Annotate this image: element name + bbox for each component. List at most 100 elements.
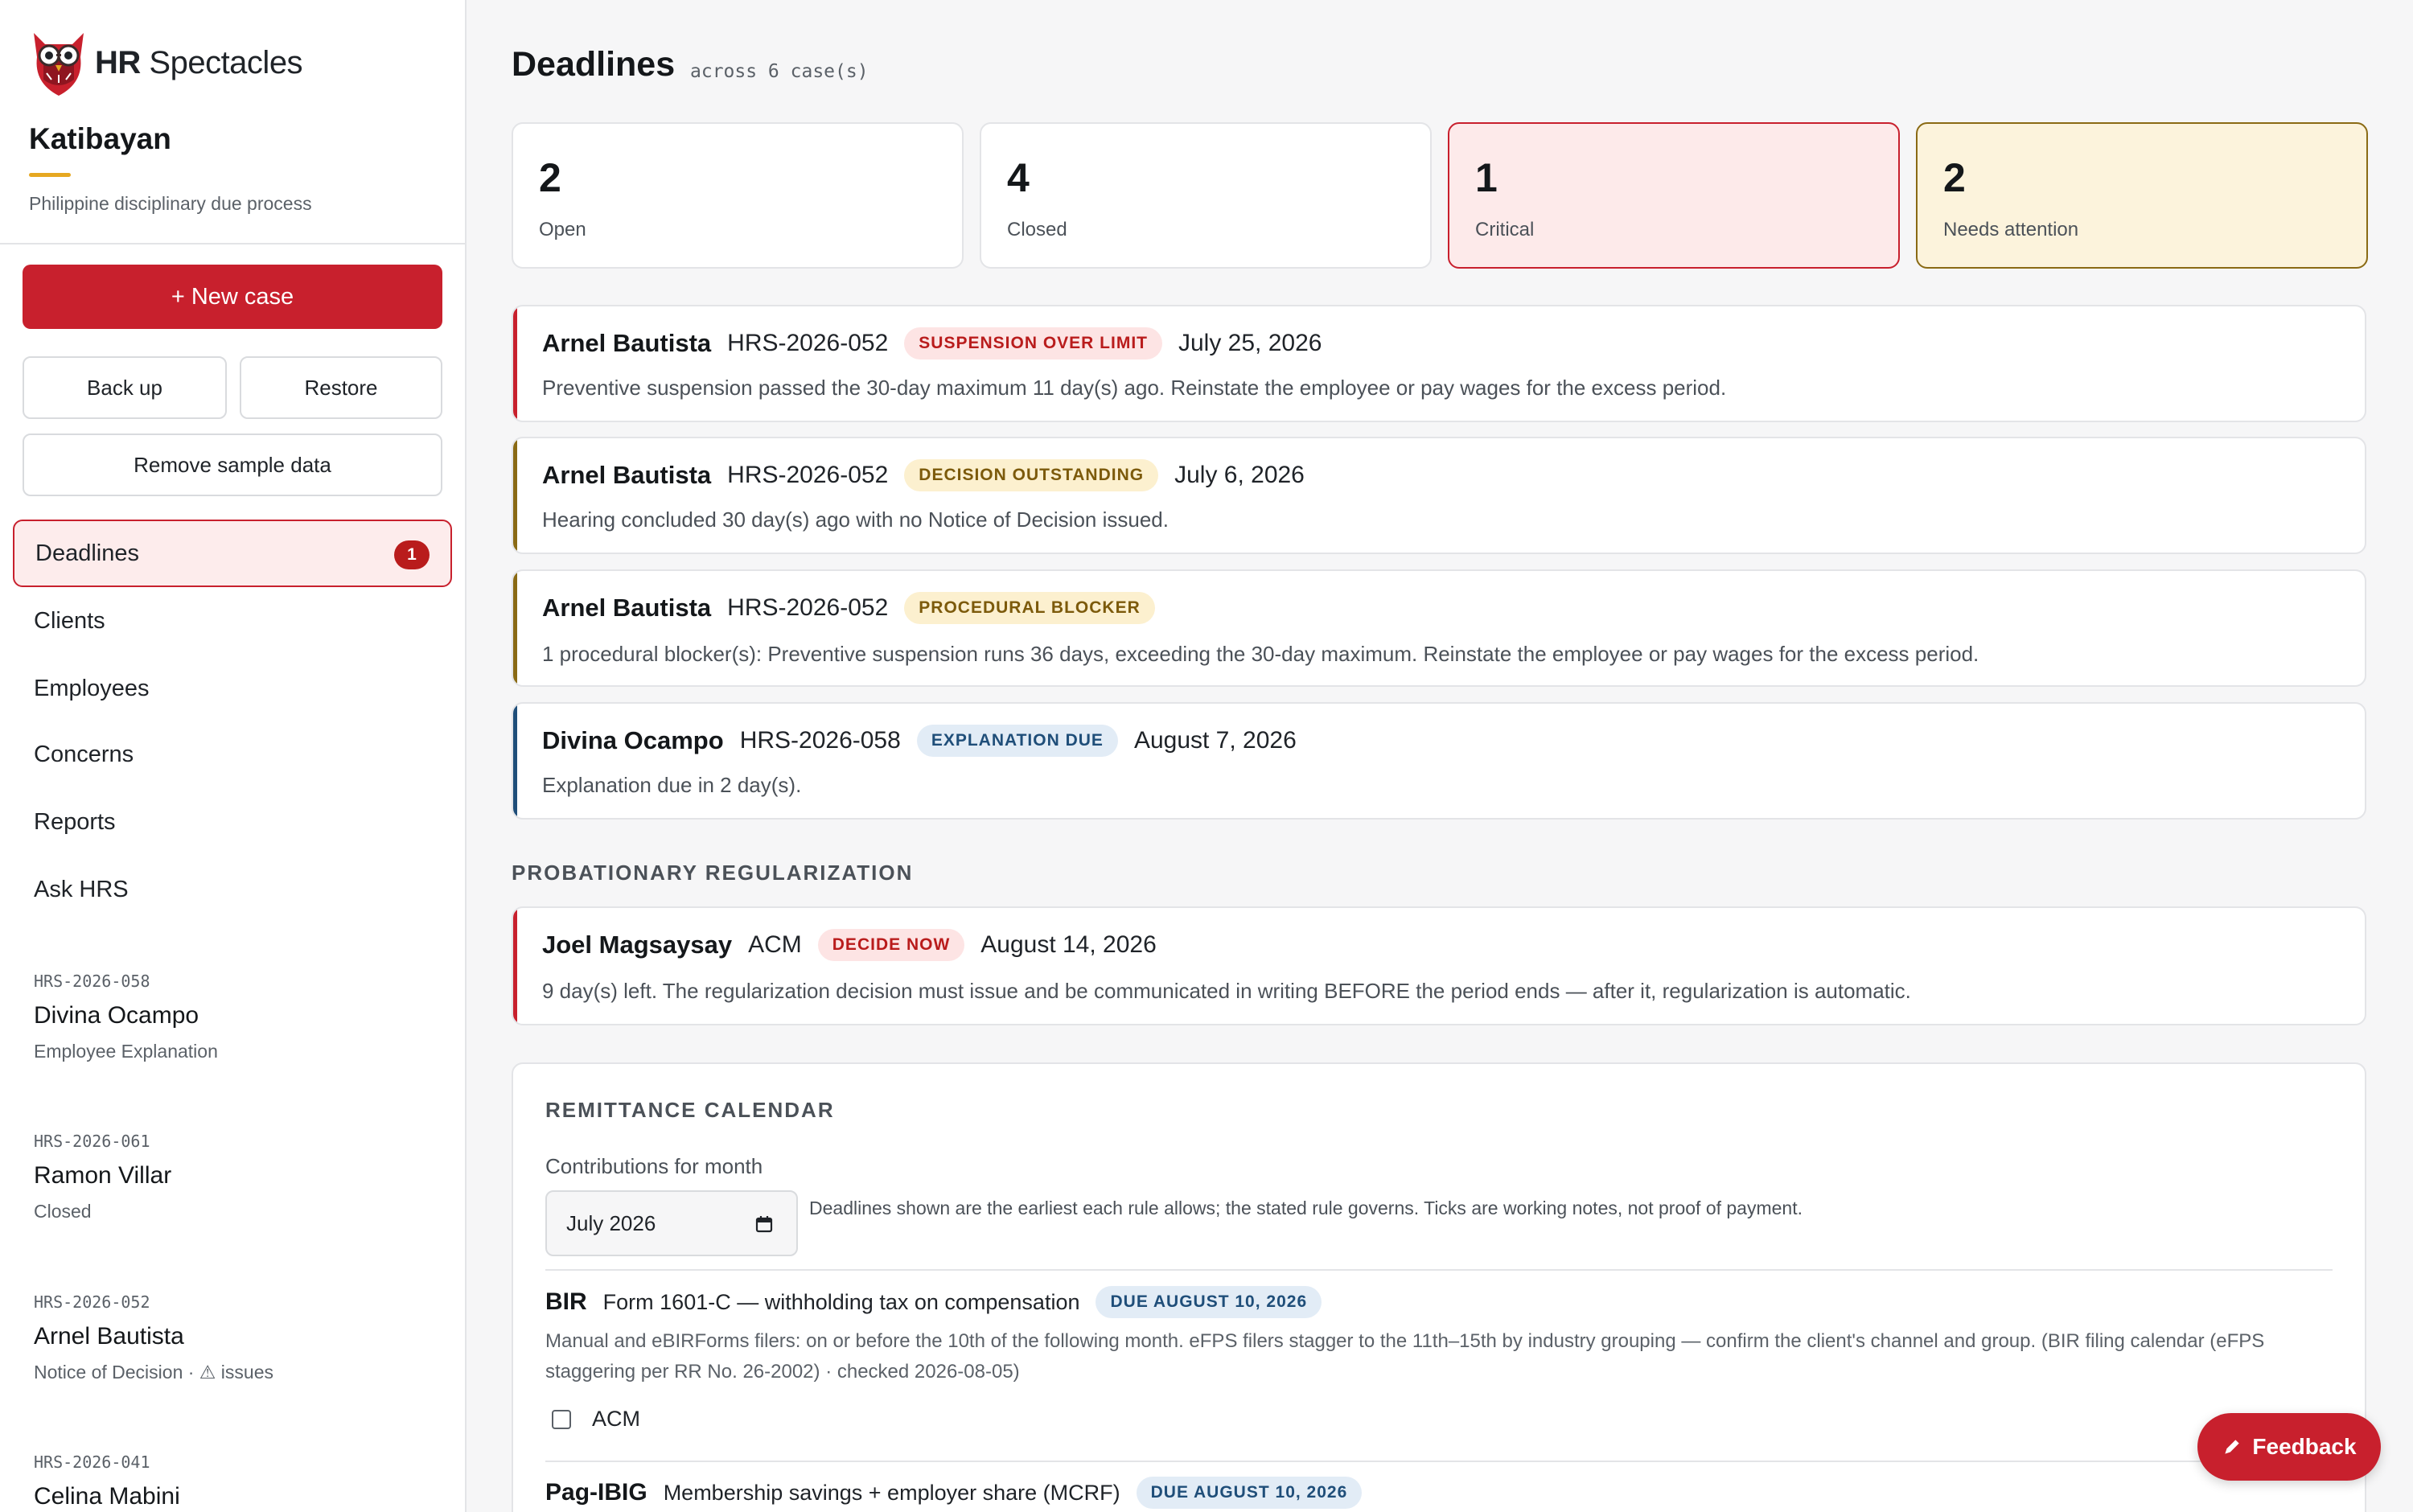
alert-tag: EXPLANATION DUE [916,725,1118,757]
remittance-item-header: BIR Form 1601-C — withholding tax on com… [545,1286,1322,1318]
case-code: HRS-2026-041 [34,1452,150,1472]
nav-item-label: Employees [34,675,150,701]
feedback-button[interactable]: Feedback [2197,1413,2381,1481]
deadline-alert-card[interactable]: Arnel Bautista HRS-2026-052 SUSPENSION O… [512,305,2366,422]
severity-bar [513,306,517,421]
stat-label: Open [539,219,586,240]
brand[interactable]: HR Spectacles [27,26,303,100]
alert-description: Explanation due in 2 day(s). [542,773,802,797]
case-employee-name: Arnel Bautista [34,1323,184,1350]
remittance-rule-text: Manual and eBIRForms filers: on or befor… [545,1330,2265,1383]
form-description: Membership savings + employer share (MCR… [663,1480,1120,1505]
nav-item-employees[interactable]: Employees [13,655,452,722]
remittance-check-row[interactable]: ACM [552,1407,640,1432]
brand-name: HR Spectacles [95,44,303,80]
alert-tag: PROCEDURAL BLOCKER [904,592,1155,624]
alert-description: Hearing concluded 30 day(s) ago with no … [542,507,1169,532]
case-code: HRS-2026-052 [727,330,889,356]
alert-date: August 7, 2026 [1133,727,1297,754]
month-picker-input[interactable]: July 2026 [545,1190,798,1256]
section-heading-probationary: PROBATIONARY REGULARIZATION [512,861,914,885]
case-stage: Employee Explanation [34,1041,218,1062]
case-code: HRS-2026-052 [727,594,889,621]
checkbox-label: ACM [592,1407,640,1431]
sidebar: HR Spectacles Katibayan Philippine disci… [0,0,467,1512]
nav-item-label: Clients [34,607,105,634]
case-code: HRS-2026-052 [34,1292,150,1312]
org-subtitle: Philippine disciplinary due process [29,193,312,214]
page-title: Deadlines [512,45,676,84]
employee-name: Arnel Bautista [542,594,712,622]
case-code: HRS-2026-061 [34,1132,150,1151]
deadline-alert-card[interactable]: Arnel Bautista HRS-2026-052 PROCEDURAL B… [512,569,2366,687]
stat-card-critical: 1 Critical [1448,122,1900,269]
nav-item-concerns[interactable]: Concerns [13,721,452,788]
org-name: Katibayan [29,122,171,155]
alert-date: July 6, 2026 [1174,462,1305,488]
alert-tag: DECIDE NOW [817,929,965,961]
due-date-badge: DUE AUGUST 10, 2026 [1136,1477,1363,1509]
calendar-disclaimer: Deadlines shown are the earliest each ru… [809,1198,1803,1218]
stat-value: 4 [1007,155,1030,200]
main-content: Deadlines across 6 case(s) 2 Open 4 Clos… [468,0,2413,1512]
owl-logo-icon [34,33,84,96]
alert-tag: SUSPENSION OVER LIMIT [904,327,1162,360]
back-up-button[interactable]: Back up [23,356,227,419]
alert-date: August 14, 2026 [980,931,1157,958]
agency-name: Pag-IBIG [545,1479,647,1506]
nav-item-reports[interactable]: Reports [13,788,452,856]
remittance-calendar: REMITTANCE CALENDAR Contributions for mo… [512,1062,2366,1512]
restore-button[interactable]: Restore [240,356,442,419]
sidebar-divider [0,243,465,244]
stat-label: Needs attention [1943,219,2079,240]
alert-description: Preventive suspension passed the 30-day … [542,376,1727,400]
nav-item-deadlines[interactable]: Deadlines 1 [13,520,452,587]
feedback-label: Feedback [2252,1434,2357,1459]
deadline-alert-card[interactable]: Arnel Bautista HRS-2026-052 DECISION OUT… [512,437,2366,554]
new-case-button[interactable]: + New case [23,265,442,329]
case-list-item[interactable]: HRS-2026-058 Divina Ocampo Employee Expl… [34,972,218,1062]
case-code: HRS-2026-058 [739,727,901,754]
alert-tag: DECISION OUTSTANDING [904,459,1159,491]
paid-checkbox[interactable] [552,1409,571,1429]
alert-description: 9 day(s) left. The regularization decisi… [542,979,1911,1003]
case-list-item[interactable]: HRS-2026-041 Celina Mabini [34,1452,180,1510]
employee-name: Arnel Bautista [542,461,712,489]
stat-value: 1 [1475,155,1498,200]
case-list-item[interactable]: HRS-2026-052 Arnel Bautista Notice of De… [34,1292,273,1383]
stat-card-needs-attention: 2 Needs attention [1916,122,2368,269]
case-stage: Notice of Decision · ⚠ issues [34,1362,274,1383]
alert-date: July 25, 2026 [1178,330,1322,356]
form-description: Form 1601-C — withholding tax on compens… [602,1289,1080,1314]
case-stage: Closed [34,1201,92,1222]
case-list-item[interactable]: HRS-2026-061 Ramon Villar Closed [34,1132,171,1222]
alert-description: 1 procedural blocker(s): Preventive susp… [542,642,1979,666]
employee-name: Divina Ocampo [542,726,724,754]
case-code: HRS-2026-058 [34,972,150,991]
stat-value: 2 [1943,155,1966,200]
stat-label: Critical [1475,219,1535,240]
nav-item-label: Deadlines [35,540,139,566]
probationary-alert-card[interactable]: Joel Magsaysay ACM DECIDE NOW August 14,… [512,906,2366,1025]
severity-bar [513,908,517,1024]
stat-card-open: 2 Open [512,122,964,269]
case-employee-name: Divina Ocampo [34,1002,199,1029]
employee-name: Joel Magsaysay [542,931,733,959]
due-date-badge: DUE AUGUST 10, 2026 [1096,1286,1322,1318]
nav-item-label: Ask HRS [34,876,129,902]
stat-card-closed: 4 Closed [980,122,1432,269]
nav-item-ask-hrs[interactable]: Ask HRS [13,856,452,923]
agency-name: BIR [545,1288,587,1315]
divider [545,1461,2333,1462]
remove-sample-data-button[interactable]: Remove sample data [23,433,442,496]
case-code: HRS-2026-052 [727,462,889,488]
nav-item-label: Reports [34,808,116,835]
severity-bar [513,438,517,553]
calendar-icon[interactable] [754,1214,774,1234]
severity-bar [513,571,517,685]
client-code: ACM [748,931,802,958]
deadline-alert-card[interactable]: Divina Ocampo HRS-2026-058 EXPLANATION D… [512,702,2366,820]
month-label: Contributions for month [545,1154,763,1178]
nav-item-clients[interactable]: Clients [13,587,452,655]
nav-item-label: Concerns [34,741,134,767]
